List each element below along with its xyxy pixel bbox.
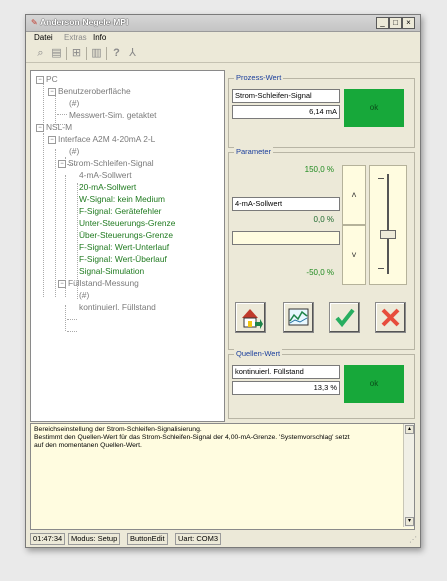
decrease-button[interactable]: ˅ (342, 225, 366, 285)
parameter-label: Parameter (234, 147, 274, 156)
status-bar: 01:47:34 Modus: Setup ButtonEdit Uart: C… (26, 531, 420, 545)
prozess-wert-label: Prozess-Wert (234, 73, 284, 82)
tree-node-hash[interactable]: (#) (79, 290, 89, 300)
collapse-icon[interactable]: − (36, 123, 44, 132)
check-icon (335, 308, 355, 328)
save-icon[interactable]: ▤ (50, 47, 63, 60)
collapse-icon[interactable]: − (48, 87, 56, 96)
maximize-button[interactable]: □ (389, 17, 402, 29)
parameter-slider[interactable] (369, 165, 407, 285)
tree-node-signal-simulation[interactable]: Signal-Simulation (79, 266, 144, 276)
toolbar-separator (86, 47, 87, 60)
tree-node-interface[interactable]: − Interface A2M 4-20mA 2-L (48, 134, 155, 144)
parameter-value-pct: 0,0 % (313, 215, 334, 224)
connect-icon[interactable]: ⊞ (70, 47, 83, 60)
device-icon[interactable]: ▥ (90, 47, 103, 60)
status-edit: ButtonEdit (127, 533, 168, 545)
description-scrollbar[interactable]: ▴ ▾ (403, 424, 414, 527)
close-button[interactable]: × (402, 17, 415, 29)
toolbar: ⌕ ▤ ⊞ ▥ ? ⅄ (26, 45, 420, 63)
tree-node-kontinuierl-fuellstand[interactable]: kontinuierl. Füllstand (79, 302, 156, 312)
minimize-button[interactable]: _ (376, 17, 389, 29)
app-icon: ✎ (31, 18, 38, 27)
parameter-group: Parameter 150,0 % 4-mA-Sollwert 0,0 % -5… (228, 147, 415, 350)
cross-icon (381, 308, 400, 327)
tree-node-benutzeroberflaeche[interactable]: − Benutzeroberfläche (48, 86, 131, 96)
tree-node-pc[interactable]: − PC (36, 74, 58, 84)
magnify-icon[interactable]: ⌕ (34, 47, 47, 60)
accept-button[interactable] (329, 302, 360, 333)
status-port: Uart: COM3 (175, 533, 222, 545)
tree-node-f-signal-geraetefehler[interactable]: F-Signal: Gerätefehler (79, 206, 161, 216)
scroll-down-icon[interactable]: ▾ (405, 517, 414, 526)
cancel-button[interactable] (375, 302, 406, 333)
toolbar-separator (106, 47, 107, 60)
app-window: ✎ Anderson-Negele-MPI _ □ × Datei Extras… (25, 14, 421, 548)
menu-bar: Datei Extras Info (26, 32, 420, 44)
tree-node-4ma-sollwert[interactable]: 4-mA-Sollwert (79, 170, 132, 180)
quellen-wert-group: Quellen-Wert kontinuierl. Füllstand 13,3… (228, 349, 415, 419)
tree-node-messwert-sim[interactable]: Messwert-Sim. getaktet (69, 110, 157, 120)
description-text-area[interactable]: Bereichseinstellung der Strom-Schleifen-… (30, 423, 415, 530)
prozess-wert-group: Prozess-Wert Strom-Schleifen-Signal 6,14… (228, 73, 415, 148)
tree-node-ueber-steuerungs-grenze[interactable]: Über-Steuerungs-Grenze (79, 230, 173, 240)
tree-node-fuellstand-messung[interactable]: − Füllstand-Messung (58, 278, 139, 288)
parameter-min-pct: -50,0 % (306, 268, 334, 277)
description-line: Bestimmt den Quellen-Wert für das Strom-… (34, 434, 350, 441)
tree-node-w-signal[interactable]: W-Signal: kein Medium (79, 194, 165, 204)
collapse-icon[interactable]: − (58, 279, 66, 288)
house-icon (242, 309, 263, 329)
parameter-max-pct: 150,0 % (304, 165, 334, 174)
quellen-wert-label: Quellen-Wert (234, 349, 283, 358)
menu-extras[interactable]: Extras (64, 33, 87, 42)
collapse-icon[interactable]: − (58, 159, 66, 168)
tree-node-hash[interactable]: (#) (69, 146, 79, 156)
quellen-value-field: 13,3 % (232, 381, 340, 395)
status-mode: Modus: Setup (68, 533, 121, 545)
chart-icon (288, 308, 309, 326)
prozess-ok-indicator: ok (344, 89, 404, 127)
collapse-icon[interactable]: − (36, 75, 44, 84)
tree-node-f-signal-unterlauf[interactable]: F-Signal: Wert-Unterlauf (79, 242, 169, 252)
status-time: 01:47:34 (30, 533, 66, 545)
collapse-icon[interactable]: − (48, 135, 56, 144)
parameter-name-field: 4-mA-Sollwert (232, 197, 340, 211)
quellen-ok-indicator: ok (344, 365, 404, 403)
tree-node-f-signal-ueberlauf[interactable]: F-Signal: Wert-Überlauf (79, 254, 167, 264)
description-line: Bereichseinstellung der Strom-Schleifen-… (34, 426, 202, 433)
increase-button[interactable]: ˄ (342, 165, 366, 225)
tree-node-unter-steuerungs-grenze[interactable]: Unter-Steuerungs-Grenze (79, 218, 175, 228)
description-line: auf den momentanen Quellen-Wert. (34, 442, 142, 449)
help-icon[interactable]: ? (110, 47, 123, 60)
slider-track (387, 174, 389, 274)
prozess-value-field: 6,14 mA (232, 105, 340, 119)
prozess-signal-field: Strom-Schleifen-Signal (232, 89, 340, 103)
menu-info[interactable]: Info (93, 33, 106, 42)
tree-node-nsl-m[interactable]: − NSL-M (36, 122, 72, 132)
tree-node-strom-schleifen-signal[interactable]: − Strom-Schleifen-Signal (58, 158, 154, 168)
chart-button[interactable] (283, 302, 314, 333)
title-bar[interactable]: ✎ Anderson-Negele-MPI _ □ × (26, 15, 420, 32)
tree-node-20ma-sollwert[interactable]: 20-mA-Sollwert (79, 182, 136, 192)
toolbar-separator (66, 47, 67, 60)
tool-icon[interactable]: ⅄ (126, 47, 139, 60)
resize-grip-icon[interactable]: ⋰ (409, 535, 417, 544)
scroll-up-icon[interactable]: ▴ (405, 425, 414, 434)
slider-thumb[interactable] (380, 230, 396, 239)
system-proposal-button[interactable] (235, 302, 266, 333)
window-title: Anderson-Negele-MPI (40, 17, 129, 27)
parameter-input[interactable] (232, 231, 340, 245)
menu-datei[interactable]: Datei (34, 33, 53, 42)
tree-node-hash[interactable]: (#) (69, 98, 79, 108)
quellen-name-field: kontinuierl. Füllstand (232, 365, 340, 379)
device-tree[interactable]: − PC − Benutzeroberfläche (#) Messwert-Sim… (30, 70, 225, 422)
